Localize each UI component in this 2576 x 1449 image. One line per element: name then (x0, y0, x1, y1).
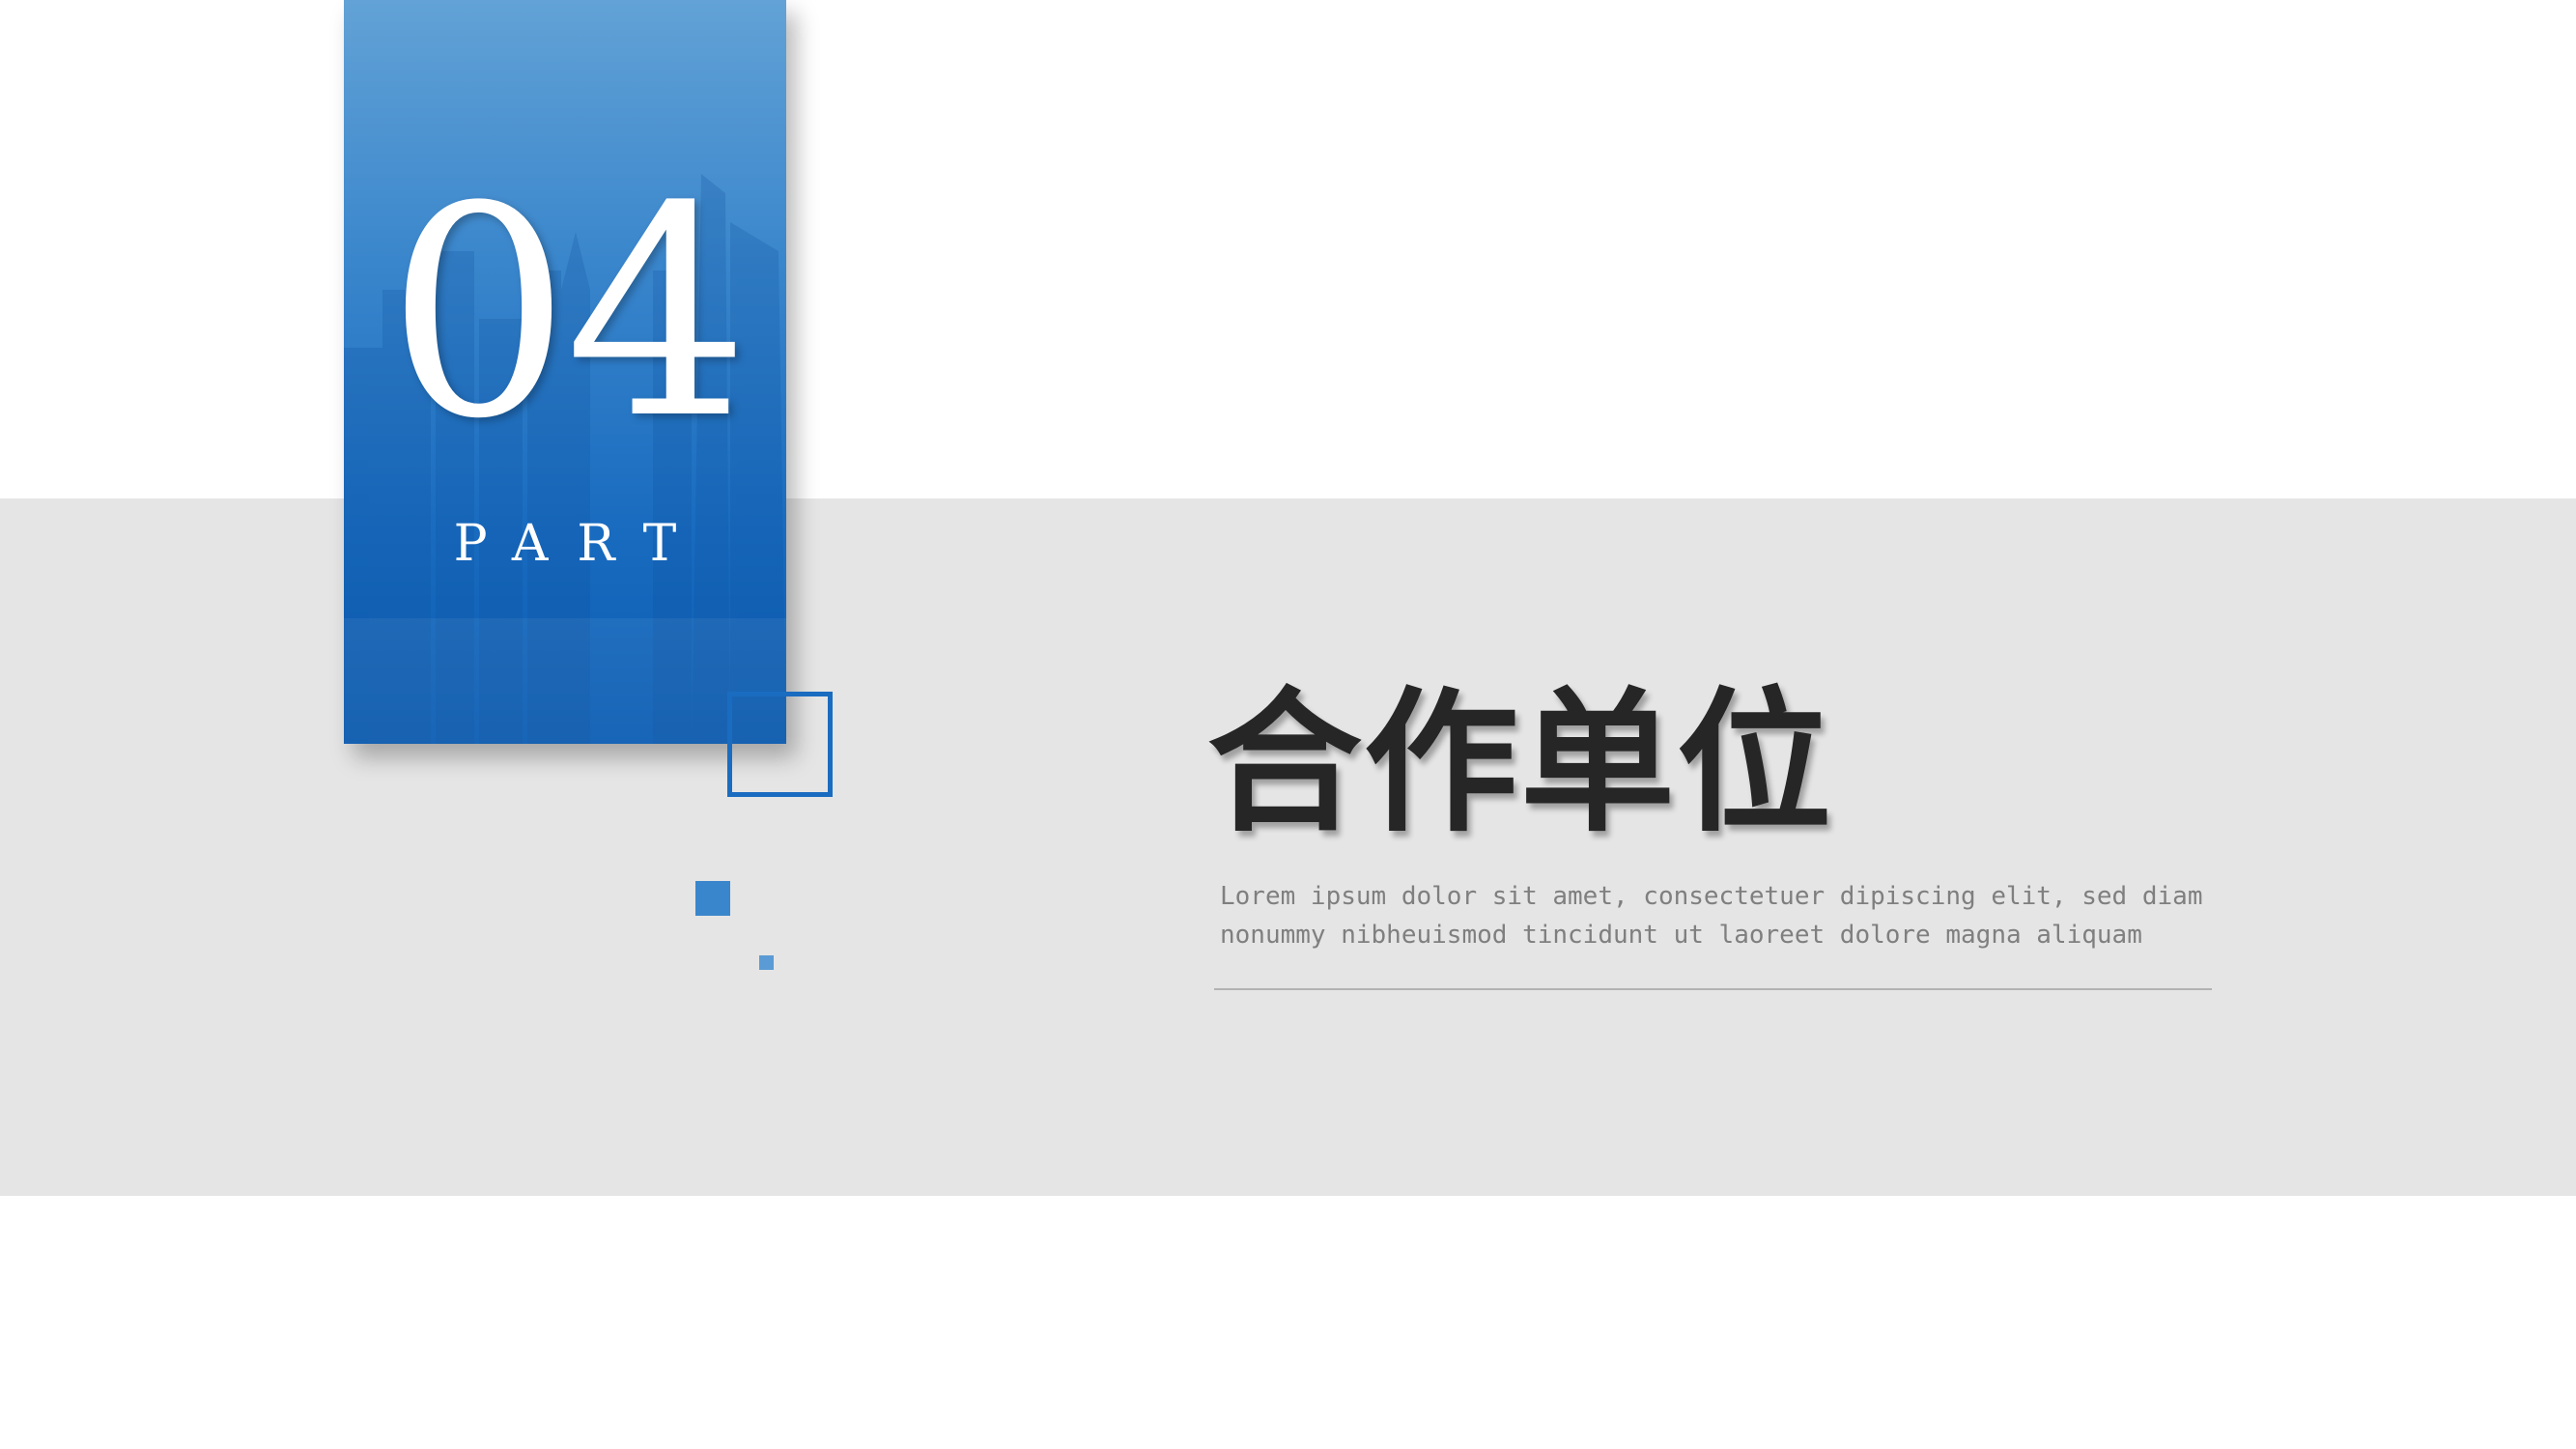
decorative-square-small (759, 955, 774, 970)
divider-line (1214, 988, 2212, 990)
section-number: 04 (386, 145, 750, 482)
decorative-outline-square (727, 692, 833, 797)
slide-description: Lorem ipsum dolor sit amet, consectetuer… (1220, 877, 2203, 954)
section-card: 04 PART (344, 0, 786, 744)
description-line: Lorem ipsum dolor sit amet, consectetuer… (1220, 882, 2203, 911)
description-line: nonummy nibheuismod tincidunt ut laoreet… (1220, 921, 2142, 950)
decorative-square-medium (695, 881, 730, 916)
slide: 04 PART 合作单位 Lorem ipsum dolor sit amet,… (0, 0, 2576, 1449)
slide-title: 合作单位 (1207, 672, 1834, 853)
section-label: PART (453, 515, 706, 573)
